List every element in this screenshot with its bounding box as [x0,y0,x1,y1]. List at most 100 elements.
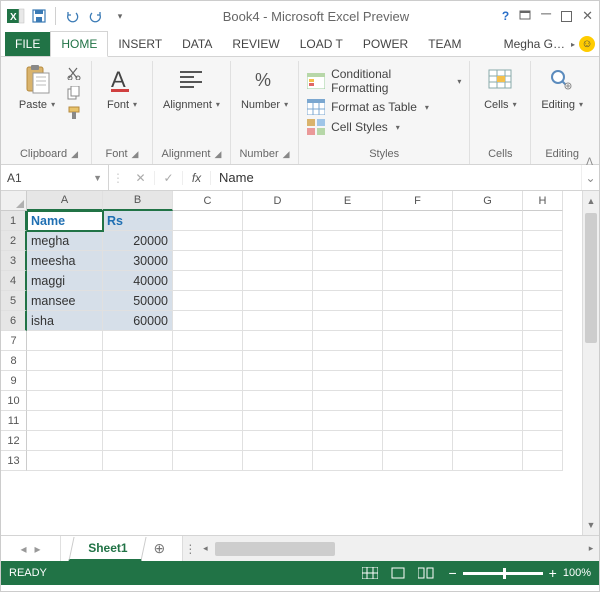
cell[interactable] [103,331,173,351]
cell[interactable] [173,251,243,271]
cell[interactable] [27,351,103,371]
scroll-right-icon[interactable]: ▸ [583,543,599,554]
qat-customize-icon[interactable]: ▾ [110,6,130,26]
cell[interactable]: 40000 [103,271,173,291]
column-header[interactable]: A [27,191,103,211]
undo-icon[interactable] [62,6,82,26]
cell[interactable] [173,291,243,311]
cell[interactable] [313,271,383,291]
cell[interactable] [243,271,313,291]
cell[interactable] [453,351,523,371]
cell[interactable] [383,431,453,451]
insert-function-icon[interactable]: fx [183,171,211,185]
cell[interactable] [523,411,563,431]
font-launcher-icon[interactable]: ◢ [132,149,139,160]
tab-insert[interactable]: INSERT [108,32,172,56]
cell[interactable] [313,211,383,231]
cell[interactable] [453,251,523,271]
number-button[interactable]: % Number▾ [239,63,290,113]
cell[interactable] [27,411,103,431]
sheet-tab-sheet1[interactable]: Sheet1 [68,537,146,561]
redo-icon[interactable] [86,6,106,26]
tab-team[interactable]: TEAM [418,32,471,56]
row-header[interactable]: 6 [1,311,27,331]
cell[interactable] [173,371,243,391]
cell[interactable] [523,211,563,231]
alignment-launcher-icon[interactable]: ◢ [214,149,221,160]
hscroll-thumb[interactable] [215,542,335,556]
cell[interactable] [243,331,313,351]
cell[interactable] [243,351,313,371]
cell[interactable] [383,311,453,331]
sheet-next-icon[interactable]: ▸ [35,542,41,556]
cell[interactable] [243,231,313,251]
cell[interactable] [173,451,243,471]
zoom-level-label[interactable]: 100% [563,567,591,579]
cell[interactable]: mansee [27,291,103,311]
cell[interactable] [173,271,243,291]
save-icon[interactable] [29,6,49,26]
cell[interactable] [383,211,453,231]
cut-icon[interactable] [65,65,83,81]
cell[interactable] [453,311,523,331]
cell[interactable] [523,331,563,351]
row-header[interactable]: 11 [1,411,27,431]
row-header[interactable]: 8 [1,351,27,371]
signed-in-user[interactable]: Megha G… ▸ ☺ [500,32,599,56]
cell[interactable] [103,371,173,391]
tab-home[interactable]: HOME [50,31,108,57]
tab-power[interactable]: POWER [353,32,418,56]
cell[interactable] [103,431,173,451]
cell[interactable] [243,411,313,431]
cell[interactable] [453,411,523,431]
maximize-icon[interactable] [561,11,572,22]
vertical-scrollbar[interactable]: ▲ ▼ [582,191,599,535]
cell[interactable] [27,431,103,451]
cell[interactable] [103,451,173,471]
cell[interactable] [243,211,313,231]
cell[interactable]: 30000 [103,251,173,271]
column-header[interactable]: B [103,191,173,211]
column-header[interactable]: E [313,191,383,211]
feedback-smiley-icon[interactable]: ☺ [579,36,595,52]
cell[interactable] [173,351,243,371]
row-header[interactable]: 10 [1,391,27,411]
cell[interactable] [103,411,173,431]
cell[interactable] [243,371,313,391]
cell[interactable] [243,451,313,471]
cell[interactable] [453,211,523,231]
cell[interactable] [453,231,523,251]
cell[interactable] [173,311,243,331]
cell[interactable] [243,251,313,271]
close-icon[interactable]: ✕ [582,8,593,24]
cell[interactable] [523,391,563,411]
minimize-icon[interactable]: ─ [541,5,551,21]
cell[interactable] [313,371,383,391]
scroll-down-icon[interactable]: ▼ [583,517,599,533]
column-header[interactable]: G [453,191,523,211]
cell[interactable] [313,391,383,411]
row-header[interactable]: 5 [1,291,27,311]
cell[interactable] [313,431,383,451]
number-launcher-icon[interactable]: ◢ [283,149,290,160]
cell[interactable] [27,391,103,411]
cell[interactable] [243,311,313,331]
enter-formula-icon[interactable]: ✓ [155,171,183,185]
copy-icon[interactable] [65,85,83,101]
cell[interactable] [383,331,453,351]
cell[interactable] [383,271,453,291]
format-painter-icon[interactable] [65,105,83,121]
cell[interactable] [103,391,173,411]
name-box[interactable]: A1 ▼ [1,165,109,190]
cell[interactable] [173,391,243,411]
page-layout-view-icon[interactable] [385,564,411,582]
column-header[interactable]: F [383,191,453,211]
cell[interactable] [313,311,383,331]
cell[interactable]: 60000 [103,311,173,331]
cell[interactable] [173,431,243,451]
zoom-out-icon[interactable]: − [448,565,456,581]
sheet-prev-icon[interactable]: ◂ [20,542,26,556]
cell[interactable] [383,291,453,311]
cell[interactable] [383,451,453,471]
cell[interactable] [173,411,243,431]
